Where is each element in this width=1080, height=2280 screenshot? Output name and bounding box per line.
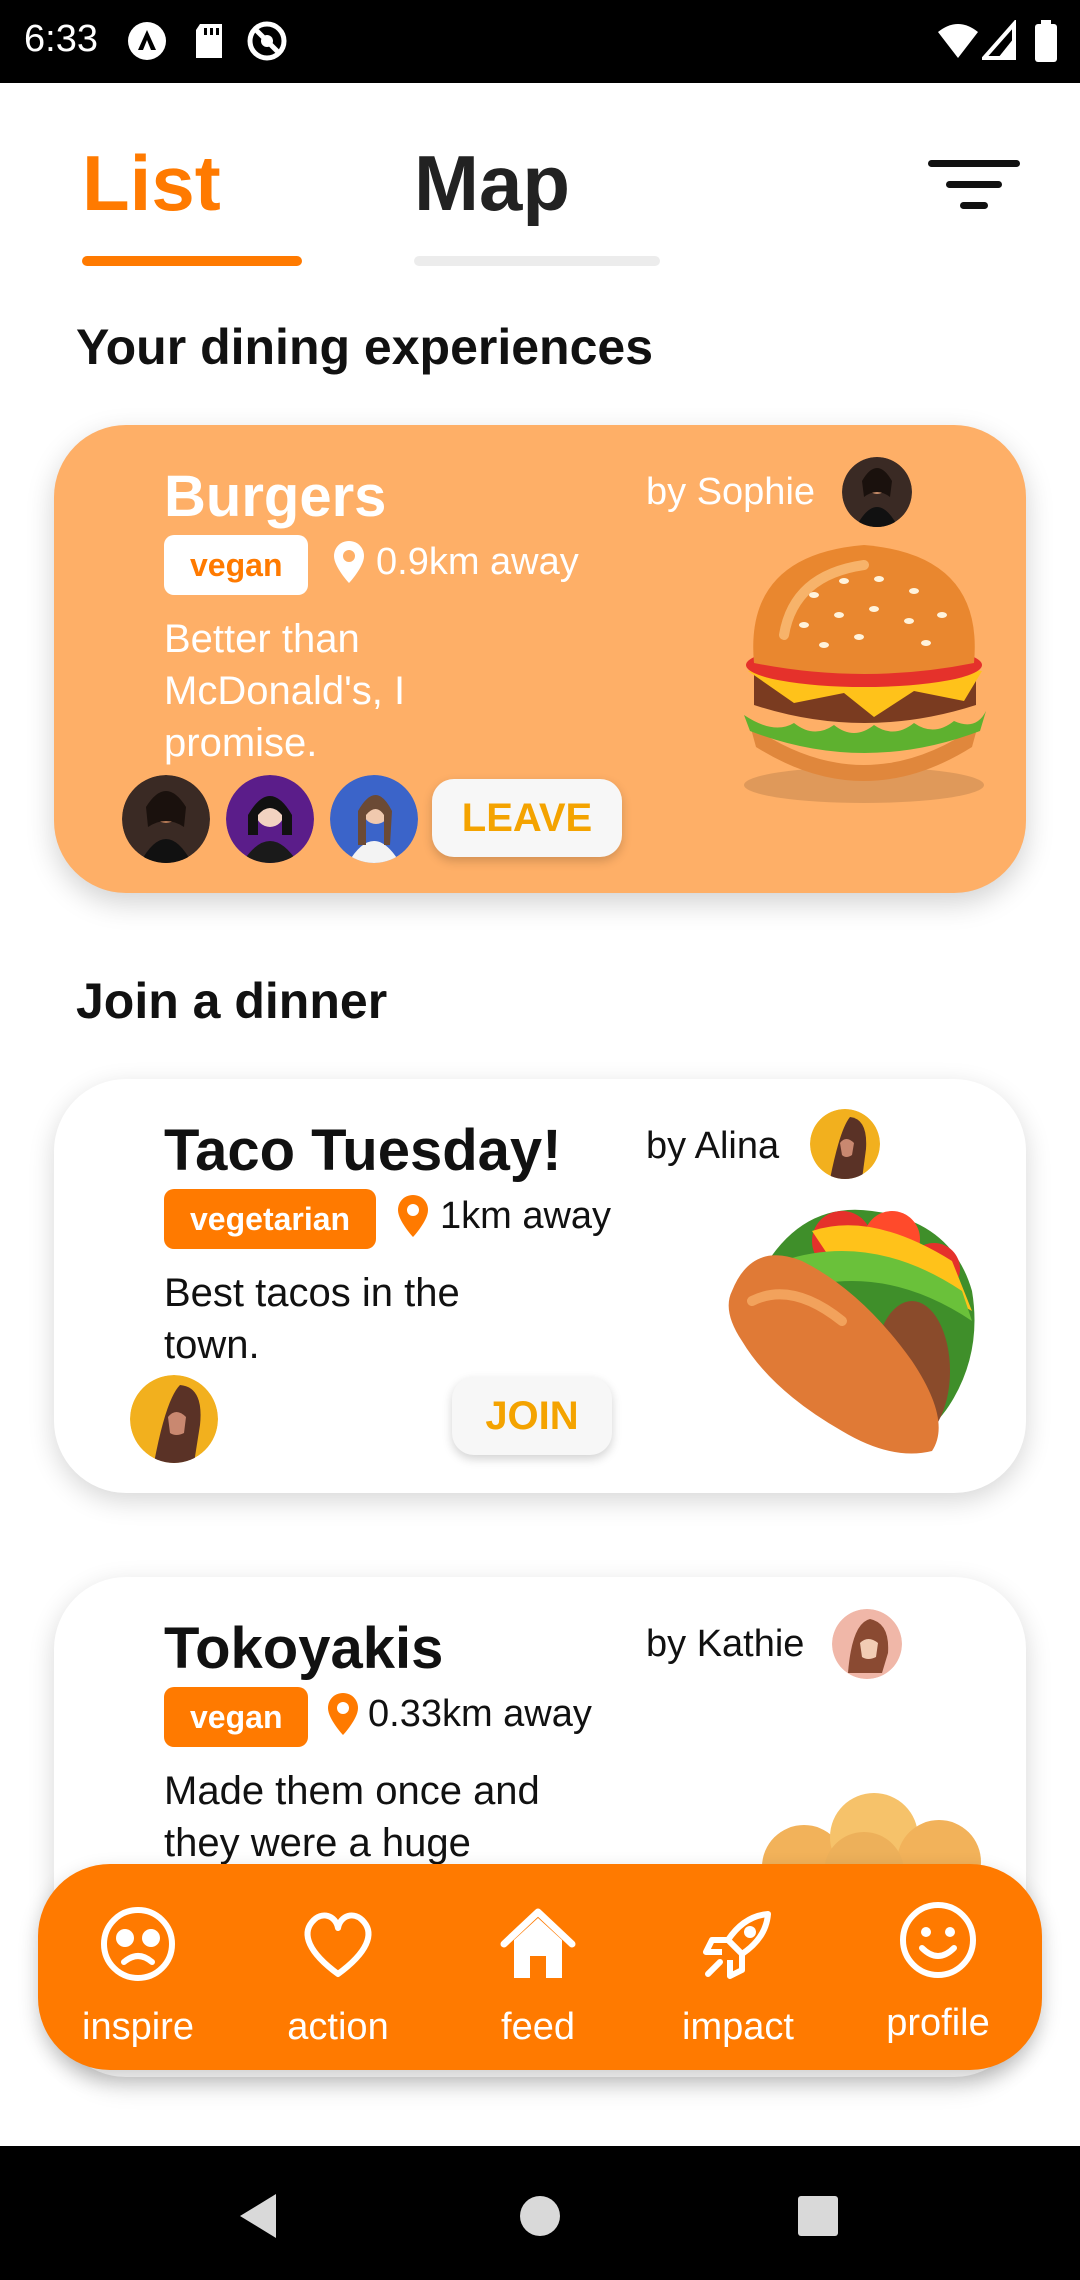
tab-list-indicator: [82, 256, 302, 266]
section-title-join-dinner: Join a dinner: [76, 973, 388, 1029]
host-avatar[interactable]: [842, 457, 912, 527]
diet-tag: vegan: [164, 1687, 309, 1747]
host-avatar[interactable]: [810, 1109, 880, 1179]
home-button-icon[interactable]: [510, 2186, 570, 2246]
participant-avatar[interactable]: [130, 1375, 218, 1463]
distance-label: 0.33km away: [368, 1693, 592, 1735]
inspire-face-icon: [101, 1907, 175, 1981]
card-host: by Sophie: [646, 471, 816, 513]
filter-icon[interactable]: [928, 150, 1020, 220]
tab-map-indicator: [414, 256, 660, 266]
nav-label: inspire: [82, 2006, 194, 2048]
diet-tag: vegan: [164, 535, 309, 595]
tab-map[interactable]: Map: [414, 138, 570, 229]
diet-tag: vegetarian: [164, 1189, 377, 1249]
participant-avatar[interactable]: [122, 775, 210, 863]
tab-list[interactable]: List: [82, 138, 221, 229]
card-host: by Kathie: [646, 1623, 805, 1665]
back-icon[interactable]: [230, 2186, 290, 2246]
card-title: Burgers: [164, 464, 387, 529]
nav-impact[interactable]: impact: [638, 1864, 838, 2070]
nav-profile[interactable]: profile: [838, 1864, 1038, 2070]
nav-label: feed: [501, 2006, 575, 2048]
status-bar: 6:33: [0, 0, 1080, 83]
card-description: Best tacos in the town.: [164, 1271, 460, 1367]
dinner-card-taco-tuesday[interactable]: Taco Tuesday! by Alina vegetarian 1km aw…: [54, 1079, 1026, 1493]
system-navigation-bar: [0, 2146, 1080, 2280]
sd-card-icon: [196, 24, 222, 58]
nav-inspire[interactable]: inspire: [38, 1864, 238, 2070]
battery-icon: [1035, 20, 1057, 62]
experience-card-burgers[interactable]: Burgers by Sophie vegan 0.9km away Bette…: [54, 425, 1026, 893]
taco-image: [728, 1209, 975, 1454]
distance-label: 1km away: [440, 1195, 612, 1237]
distance-label: 0.9km away: [376, 541, 579, 583]
card-title: Tokoyakis: [164, 1616, 444, 1681]
bottom-navigation: inspire action feed impact profile: [38, 1864, 1042, 2070]
card-host: by Alina: [646, 1125, 780, 1167]
burger-image: [744, 545, 986, 803]
nav-label: impact: [682, 2006, 794, 2048]
join-button[interactable]: JOIN: [452, 1377, 612, 1455]
smiley-icon: [900, 1902, 976, 1978]
nav-feed[interactable]: feed: [438, 1864, 638, 2070]
recents-icon[interactable]: [788, 2186, 848, 2246]
location-pin-icon: [398, 1195, 428, 1237]
participant-avatar[interactable]: [226, 775, 314, 863]
nav-label: action: [287, 2006, 389, 2048]
data-saver-icon: [247, 21, 287, 61]
host-avatar[interactable]: [832, 1609, 902, 1679]
status-time: 6:33: [24, 18, 98, 60]
card-title: Taco Tuesday!: [164, 1118, 562, 1183]
rocket-icon: [703, 1911, 771, 1979]
notification-app-icon: [128, 22, 166, 60]
participant-avatar[interactable]: [330, 775, 418, 863]
location-pin-icon: [334, 541, 364, 583]
home-icon: [500, 1908, 576, 1978]
location-pin-icon: [328, 1693, 358, 1735]
wifi-icon: [938, 24, 978, 58]
nav-label: profile: [886, 2002, 990, 2044]
section-title-my-experiences: Your dining experiences: [76, 319, 654, 375]
leave-button[interactable]: LEAVE: [432, 779, 622, 857]
app-screen: 6:33 List Map Your dining experiences Bu…: [0, 0, 1080, 2280]
nav-action[interactable]: action: [238, 1864, 438, 2070]
heart-icon: [304, 1912, 372, 1977]
card-description: Made them once and they were a huge: [164, 1769, 540, 1865]
card-description: Better than McDonald's, I promise.: [164, 617, 406, 765]
cell-signal-icon: [982, 20, 1016, 60]
